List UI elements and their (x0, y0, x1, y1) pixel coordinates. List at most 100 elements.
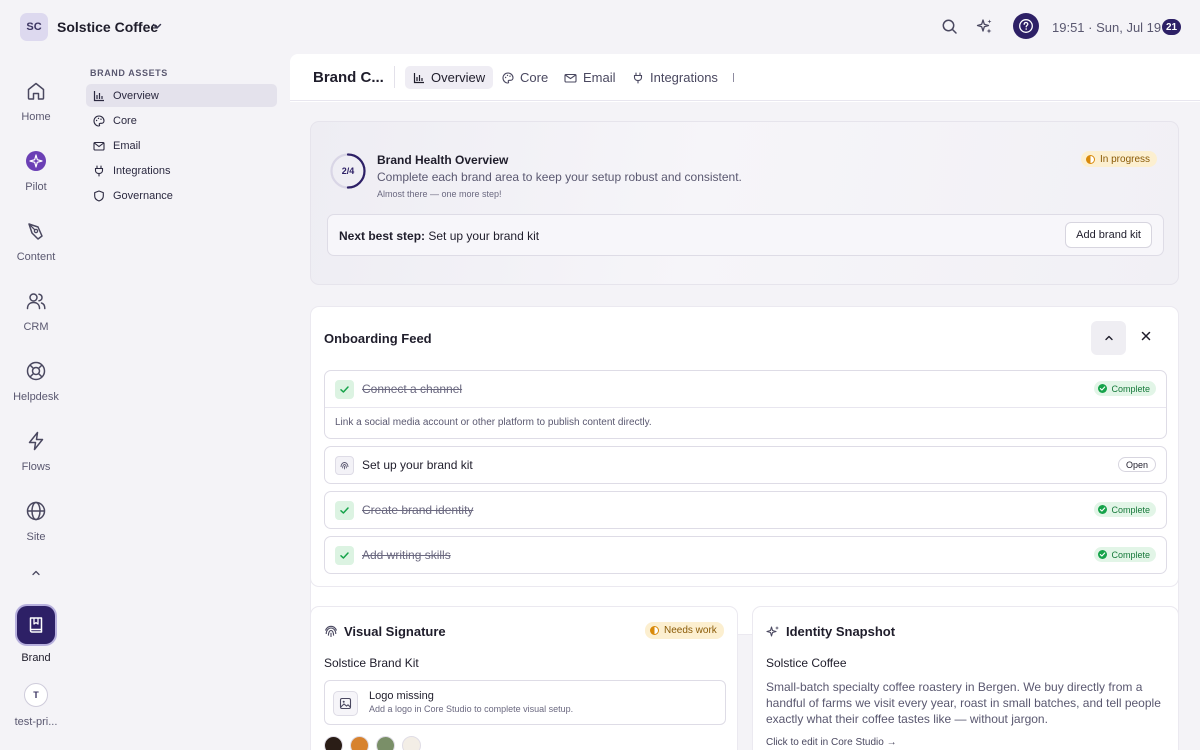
check-circle-icon (1098, 550, 1108, 559)
task-brand-identity[interactable]: Create brand identity Complete (324, 491, 1167, 529)
search-icon[interactable] (941, 18, 958, 35)
add-brand-kit-button[interactable]: Add brand kit (1065, 222, 1152, 248)
tab-email[interactable]: Email (556, 66, 624, 89)
task-description: Link a social media account or other pla… (325, 407, 1166, 438)
workspace-name[interactable]: Solstice Coffee (57, 19, 158, 35)
color-swatch[interactable] (324, 736, 343, 750)
rail-collapse-button[interactable] (0, 567, 72, 579)
color-swatch[interactable] (402, 736, 421, 750)
check-circle-icon (1098, 505, 1108, 514)
plug-icon (94, 164, 104, 177)
half-circle-icon (650, 626, 659, 635)
identity-name: Solstice Coffee (766, 656, 847, 670)
tab-label: Core (520, 70, 549, 85)
chevron-down-icon[interactable] (151, 20, 163, 32)
sidebar-item-label: Governance (113, 189, 173, 202)
status-badge: Open (1117, 457, 1156, 472)
fingerprint-icon (324, 625, 338, 639)
sidebar-item-overview[interactable]: Overview (86, 84, 277, 107)
brand-health-card: 2/4 Brand Health Overview Complete each … (310, 121, 1179, 285)
sidebar-item-governance[interactable]: Governance (86, 184, 277, 207)
logo-title: Logo missing (369, 690, 434, 702)
rail-label: Site (26, 531, 46, 543)
check-icon (335, 501, 354, 520)
task-connect-channel[interactable]: Connect a channel Complete Link a social… (324, 370, 1167, 439)
edit-core-studio-link[interactable]: Click to edit in Core Studio → (766, 737, 897, 748)
workspace-avatar[interactable]: SC (20, 13, 48, 41)
book-icon (29, 617, 43, 633)
fingerprint-icon (335, 456, 354, 475)
status-label: Complete (1111, 504, 1150, 515)
rail-item-pilot[interactable]: Pilot (0, 150, 72, 193)
rail-item-flows[interactable]: Flows (0, 430, 72, 473)
rail-user[interactable]: T test-pri... (0, 683, 72, 728)
sidebar-item-label: Overview (113, 89, 159, 102)
rail-item-helpdesk[interactable]: Helpdesk (0, 360, 72, 403)
tab-label: Overview (431, 70, 486, 85)
sparkle-icon (766, 625, 780, 639)
bar-chart-icon (93, 90, 104, 101)
clock-readout: 19:51 · Sun, Jul 19 (1052, 20, 1162, 35)
help-button[interactable] (1013, 13, 1039, 39)
rail-label: Flows (21, 461, 51, 473)
task-label: Add writing skills (362, 548, 451, 562)
task-brand-kit[interactable]: Set up your brand kit Open (324, 446, 1167, 484)
rail-label: Brand (21, 652, 51, 664)
bar-chart-icon (413, 72, 424, 83)
logo-placeholder[interactable]: Logo missing Add a logo in Core Studio t… (324, 680, 726, 725)
rail-item-home[interactable]: Home (0, 80, 72, 123)
next-step-text: Next best step: Set up your brand kit (339, 229, 539, 243)
shield-icon (94, 189, 104, 202)
section-heading: BRAND ASSETS (90, 68, 168, 78)
progress-text: 2/4 (341, 166, 355, 176)
chevron-up-icon (1104, 335, 1113, 341)
user-avatar: T (24, 683, 48, 707)
task-row[interactable]: Set up your brand kit Open (325, 447, 1166, 483)
tab-core[interactable]: Core (494, 66, 556, 89)
sidebar-item-email[interactable]: Email (86, 134, 277, 157)
card-title: Visual Signature (344, 624, 446, 639)
check-circle-icon (1098, 384, 1108, 393)
plug-icon (633, 71, 643, 84)
palette-icon (502, 71, 514, 84)
lifebuoy-icon (26, 361, 46, 381)
identity-snapshot-card: Identity Snapshot Solstice Coffee Small-… (752, 606, 1179, 750)
visual-signature-card: Visual Signature Needs work Solstice Bra… (310, 606, 738, 750)
sidebar-item-core[interactable]: Core (86, 109, 277, 132)
task-row[interactable]: Add writing skills Complete (325, 537, 1166, 573)
globe-icon (26, 501, 46, 521)
onboarding-feed: Onboarding Feed Connect a channel Comple… (310, 306, 1179, 587)
notification-badge[interactable]: 21 (1162, 19, 1182, 35)
task-row[interactable]: Connect a channel Complete (325, 371, 1166, 407)
close-icon (1141, 331, 1151, 341)
status-label: Needs work (664, 625, 717, 636)
rail-item-content[interactable]: Content (0, 220, 72, 263)
chevron-up-icon (32, 570, 40, 576)
color-swatch[interactable] (350, 736, 369, 750)
palette-icon (93, 114, 105, 127)
color-swatch[interactable] (376, 736, 395, 750)
status-label: Complete (1111, 383, 1150, 394)
check-icon (335, 380, 354, 399)
close-button[interactable] (1139, 329, 1153, 343)
sidebar-item-integrations[interactable]: Integrations (86, 159, 277, 182)
tab-overview[interactable]: Overview (405, 66, 494, 89)
task-writing-skills[interactable]: Add writing skills Complete (324, 536, 1167, 574)
rail-label: CRM (23, 321, 49, 333)
tab-label: Email (583, 70, 616, 85)
lightning-icon (28, 431, 44, 451)
check-icon (335, 546, 354, 565)
user-label: test-pri... (14, 716, 58, 728)
next-step-value: Set up your brand kit (425, 229, 540, 243)
status-badge: Complete (1094, 381, 1156, 396)
rail-item-brand[interactable]: Brand (0, 606, 72, 664)
task-row[interactable]: Create brand identity Complete (325, 492, 1166, 528)
main-header: Brand C... Overview Core Email Integrati… (290, 54, 1200, 101)
sparkle-icon[interactable] (976, 18, 993, 35)
collapse-button[interactable] (1091, 321, 1126, 355)
rail-item-site[interactable]: Site (0, 500, 72, 543)
logo-subtitle: Add a logo in Core Studio to complete vi… (369, 704, 574, 714)
rail-item-crm[interactable]: CRM (0, 290, 72, 333)
image-icon (333, 691, 358, 716)
tab-integrations[interactable]: Integrations (624, 66, 726, 89)
